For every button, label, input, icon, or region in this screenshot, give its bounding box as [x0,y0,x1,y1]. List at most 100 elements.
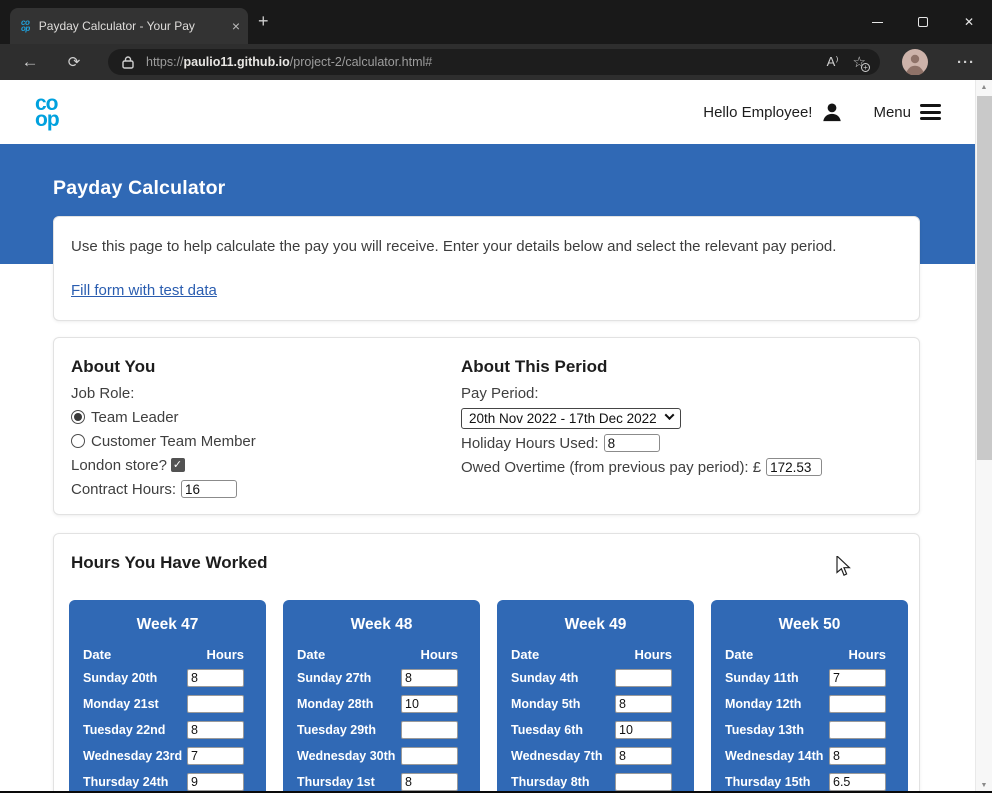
scroll-down-icon[interactable]: ▼ [976,782,992,789]
week-row: Wednesday 30th [283,743,480,769]
read-aloud-icon[interactable]: A⁾ [827,54,839,70]
new-tab-button[interactable]: + [258,11,269,32]
week-table-header: DateHours [711,647,908,662]
hours-input[interactable] [829,747,886,765]
week-row: Monday 28th [283,691,480,717]
week-row: Wednesday 14th [711,743,908,769]
date-label: Wednesday 23rd [83,749,187,763]
scroll-up-icon[interactable]: ▲ [976,84,992,91]
holiday-hours-input[interactable] [604,434,660,452]
date-label: Sunday 11th [725,671,829,685]
week-row: Thursday 1st [283,769,480,793]
hours-input[interactable] [829,721,886,739]
hours-input[interactable] [187,669,244,687]
hours-input[interactable] [401,695,458,713]
menu-label[interactable]: Menu [873,104,911,121]
favorites-plus-badge: + [861,63,870,72]
radio-customer-team-member[interactable]: Customer Team Member [71,429,461,453]
week-row: Monday 5th [497,691,694,717]
week-row: Tuesday 29th [283,717,480,743]
date-label: Thursday 24th [83,775,187,789]
date-label: Sunday 4th [511,671,615,685]
scrollbar[interactable]: ▲ ▼ [975,80,992,793]
week-title: Week 47 [69,616,266,638]
owed-overtime-input[interactable] [766,458,822,476]
hours-input[interactable] [401,669,458,687]
week-row: Wednesday 7th [497,743,694,769]
holiday-hours-label: Holiday Hours Used: [461,435,599,452]
week-row: Thursday 15th [711,769,908,793]
hours-input[interactable] [401,747,458,765]
week-row: Sunday 4th [497,665,694,691]
pay-period-select[interactable]: 20th Nov 2022 - 17th Dec 2022 [461,408,681,429]
col-date: Date [297,647,325,662]
more-menu-icon[interactable]: ··· [948,44,984,80]
intro-card: Use this page to help calculate the pay … [53,216,920,321]
week-card: Week 47DateHoursSunday 20thMonday 21stTu… [69,600,266,793]
about-you-title: About You [71,357,461,381]
hours-input[interactable] [829,669,886,687]
coop-logo[interactable]: co op [35,96,59,129]
week-row: Thursday 8th [497,769,694,793]
week-row: Monday 12th [711,691,908,717]
hours-input[interactable] [401,721,458,739]
hours-input[interactable] [187,773,244,791]
fill-test-data-link[interactable]: Fill form with test data [71,282,217,299]
hours-input[interactable] [187,747,244,765]
browser-titlebar: coop Payday Calculator - Your Pay × + ✕ [0,0,992,44]
maximize-icon [918,17,928,27]
london-store-checkbox[interactable] [171,458,185,472]
header-right: Hello Employee! Menu [703,101,941,123]
london-store-label: London store? [71,457,167,474]
hours-input[interactable] [829,695,886,713]
hours-input[interactable] [615,773,672,791]
favorites-star-icon[interactable]: ☆+ [853,53,866,71]
col-hours: Hours [206,647,244,662]
date-label: Tuesday 6th [511,723,615,737]
back-icon[interactable]: ← [14,44,46,80]
maximize-button[interactable] [900,0,946,44]
hours-input[interactable] [615,721,672,739]
week-card: Week 48DateHoursSunday 27thMonday 28thTu… [283,600,480,793]
close-button[interactable]: ✕ [946,0,992,44]
col-hours: Hours [848,647,886,662]
refresh-icon[interactable]: ⟳ [58,44,90,80]
address-bar[interactable]: https://paulio11.github.io/project-2/cal… [108,49,880,75]
date-label: Thursday 1st [297,775,401,789]
hours-input[interactable] [401,773,458,791]
radio-icon[interactable] [71,434,85,448]
week-row: Tuesday 22nd [69,717,266,743]
about-you-section: About You Job Role: Team Leader Customer… [71,357,461,514]
window-controls: ✕ [854,0,992,44]
hours-worked-title: Hours You Have Worked [54,534,919,573]
browser-tab[interactable]: coop Payday Calculator - Your Pay × [10,8,248,44]
radio-team-leader[interactable]: Team Leader [71,405,461,429]
pay-period-label: Pay Period: [461,381,902,405]
about-period-title: About This Period [461,357,902,381]
date-label: Monday 12th [725,697,829,711]
hours-input[interactable] [615,669,672,687]
hamburger-menu-icon[interactable] [920,104,941,120]
tab-close-icon[interactable]: × [232,18,240,34]
hours-input[interactable] [615,695,672,713]
hours-input[interactable] [187,721,244,739]
scrollbar-thumb[interactable] [977,96,992,460]
hours-input[interactable] [615,747,672,765]
profile-avatar[interactable] [902,49,928,75]
week-title: Week 48 [283,616,480,638]
minimize-button[interactable] [854,0,900,44]
date-label: Tuesday 29th [297,723,401,737]
site-header: co op Hello Employee! Menu [0,80,975,144]
radio-icon[interactable] [71,410,85,424]
url-text[interactable]: https://paulio11.github.io/project-2/cal… [146,55,819,69]
contract-hours-input[interactable] [181,480,237,498]
date-label: Wednesday 30th [297,749,401,763]
minimize-icon [872,22,883,23]
hours-input[interactable] [829,773,886,791]
date-label: Wednesday 7th [511,749,615,763]
page-content: co op Hello Employee! Menu Payday Calcul… [0,80,975,793]
owed-overtime-label: Owed Overtime (from previous pay period)… [461,459,761,476]
hours-input[interactable] [187,695,244,713]
week-title: Week 50 [711,616,908,638]
date-label: Tuesday 13th [725,723,829,737]
